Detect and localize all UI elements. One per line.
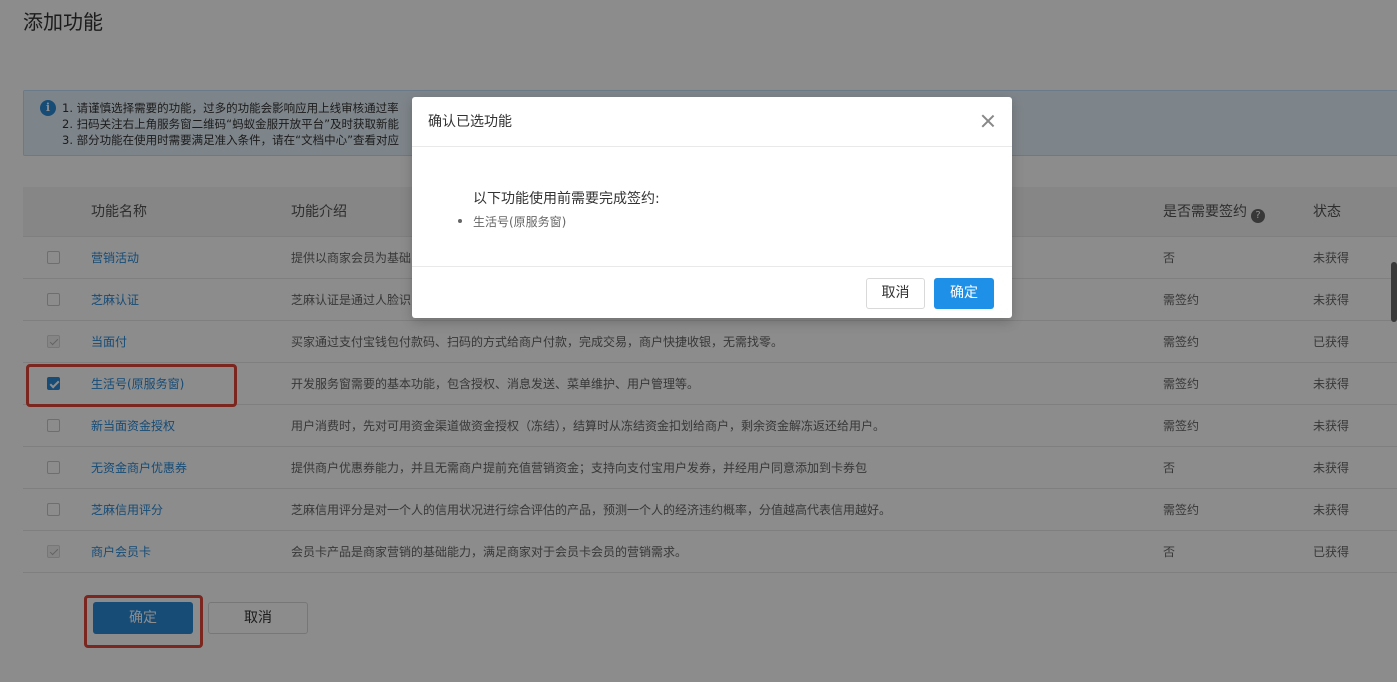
bullet-icon [458, 219, 462, 223]
confirm-modal: 确认已选功能 以下功能使用前需要完成签约: 生活号(原服务窗) 取消 确定 [412, 97, 1012, 318]
modal-ok-button[interactable]: 确定 [934, 278, 994, 309]
modal-header: 确认已选功能 [412, 97, 1012, 147]
modal-footer: 取消 确定 [412, 266, 1012, 318]
modal-list-item: 生活号(原服务窗) [473, 215, 567, 229]
close-icon[interactable] [978, 111, 998, 131]
modal-heading: 以下功能使用前需要完成签约: [473, 191, 660, 207]
modal-title: 确认已选功能 [428, 114, 512, 130]
modal-cancel-button[interactable]: 取消 [866, 278, 925, 309]
